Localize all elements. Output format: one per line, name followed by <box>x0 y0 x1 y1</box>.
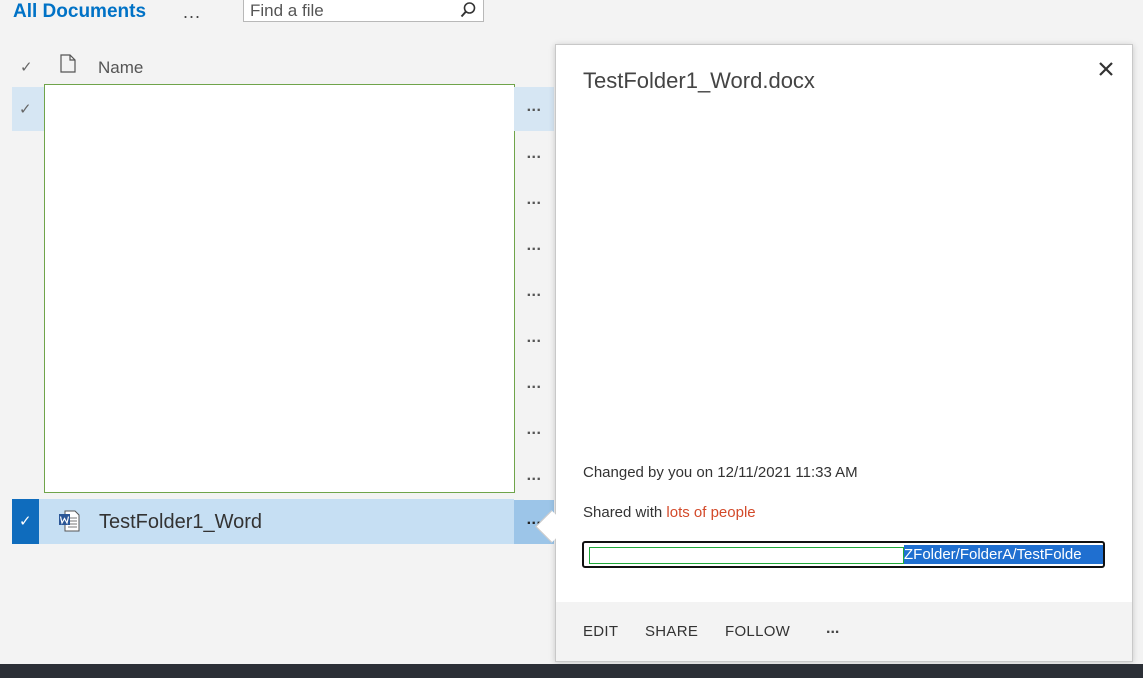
changed-by-text: Changed by you on 12/11/2021 11:33 AM <box>583 464 858 481</box>
row-checkbox-checked[interactable]: ✓ <box>12 499 39 544</box>
taskbar <box>0 664 1143 678</box>
select-all-checkbox[interactable]: ✓ <box>20 58 33 76</box>
view-title[interactable]: All Documents <box>13 0 146 24</box>
row-more-button[interactable]: ... <box>514 410 554 454</box>
follow-button[interactable]: FOLLOW <box>725 623 790 640</box>
search-icon[interactable] <box>459 1 477 19</box>
share-button[interactable]: SHARE <box>645 623 698 640</box>
document-preview <box>44 84 515 493</box>
file-name-link[interactable]: TestFolder1_Word <box>99 511 262 534</box>
row-more-button[interactable]: ... <box>514 180 554 224</box>
view-more-button[interactable]: ... <box>183 2 201 22</box>
shared-with-link[interactable]: lots of people <box>666 504 755 521</box>
search-box[interactable] <box>243 0 484 22</box>
file-callout <box>555 44 1133 662</box>
row-more-button[interactable]: ... <box>514 272 554 316</box>
row-more-button[interactable]: ... <box>514 456 554 500</box>
column-header-name[interactable]: Name <box>98 58 143 78</box>
row-more-button[interactable]: ... <box>514 364 554 408</box>
url-redacted-region <box>589 547 904 564</box>
document-type-icon <box>60 54 76 73</box>
row-more-button[interactable]: ... <box>514 87 554 131</box>
callout-title: TestFolder1_Word.docx <box>583 68 815 93</box>
check-icon: ✓ <box>19 513 32 530</box>
close-icon[interactable] <box>1095 58 1117 80</box>
callout-footer <box>556 602 1132 661</box>
file-url-field[interactable]: ZFolder/FolderA/TestFolde <box>582 541 1105 568</box>
shared-prefix: Shared with <box>583 504 667 521</box>
shared-with-text: Shared with lots of people <box>583 504 756 521</box>
row-more-button[interactable]: ... <box>514 318 554 362</box>
word-file-icon <box>59 510 80 532</box>
edit-button[interactable]: EDIT <box>583 623 618 640</box>
search-input[interactable] <box>250 2 450 20</box>
row-more-button[interactable]: ... <box>514 134 554 178</box>
url-selected-text[interactable]: ZFolder/FolderA/TestFolde <box>904 545 1103 564</box>
table-row-selected[interactable] <box>12 499 514 544</box>
callout-more-button[interactable]: ... <box>826 620 839 638</box>
row-checkbox[interactable]: ✓ <box>19 100 32 118</box>
row-more-button[interactable]: ... <box>514 226 554 270</box>
